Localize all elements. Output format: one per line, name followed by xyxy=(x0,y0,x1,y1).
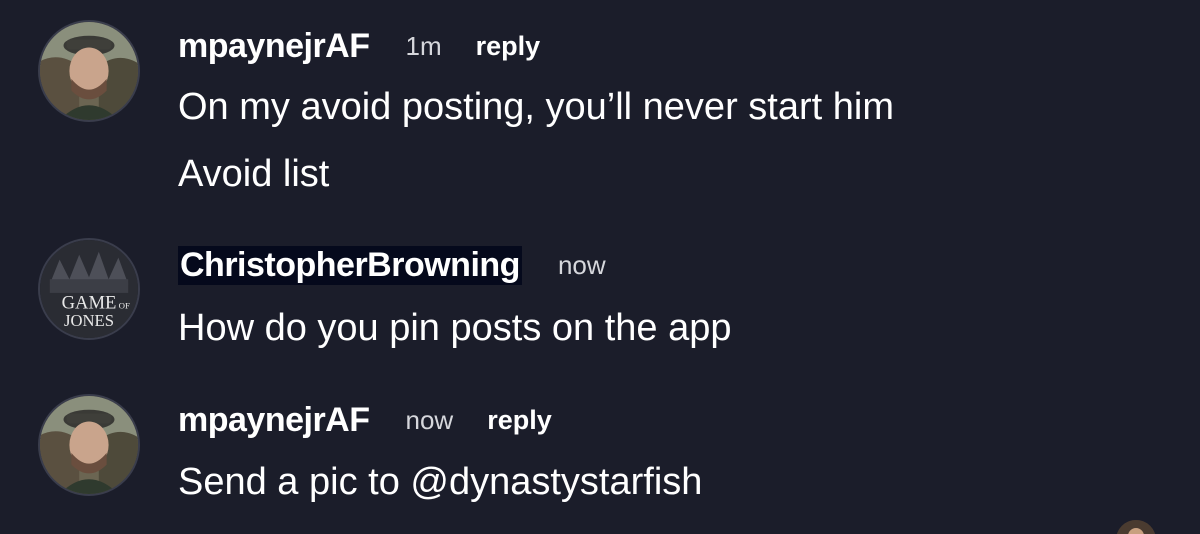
username[interactable]: mpaynejrAF xyxy=(178,401,370,440)
username[interactable]: mpaynejrAF xyxy=(178,27,370,66)
timestamp: 1m xyxy=(405,30,442,61)
username[interactable]: ChristopherBrowning xyxy=(178,245,522,285)
user-photo-icon xyxy=(1116,520,1156,534)
avatar[interactable]: GAME OF JONES xyxy=(38,238,140,340)
avatar-logo-text: OF xyxy=(119,301,130,311)
chat-thread: mpaynejrAF 1m reply On my avoid posting,… xyxy=(0,0,1200,534)
reply-button[interactable]: reply xyxy=(476,31,541,62)
avatar-logo-text: JONES xyxy=(64,311,114,330)
game-of-jones-logo-icon: GAME OF JONES xyxy=(40,240,138,338)
avatar[interactable] xyxy=(38,394,140,496)
message-text: How do you pin posts on the app xyxy=(178,307,732,349)
user-photo-icon xyxy=(40,22,138,120)
user-photo-icon xyxy=(40,396,138,494)
message-text: Send a pic to @dynastystarfish xyxy=(178,461,703,503)
message-text: Avoid list xyxy=(178,153,330,195)
timestamp: now xyxy=(405,404,454,435)
reply-button[interactable]: reply xyxy=(487,405,552,436)
avatar[interactable] xyxy=(1116,520,1156,534)
timestamp: now xyxy=(557,249,606,280)
avatar[interactable] xyxy=(38,20,140,122)
message-text: On my avoid posting, you’ll never start … xyxy=(178,86,894,128)
